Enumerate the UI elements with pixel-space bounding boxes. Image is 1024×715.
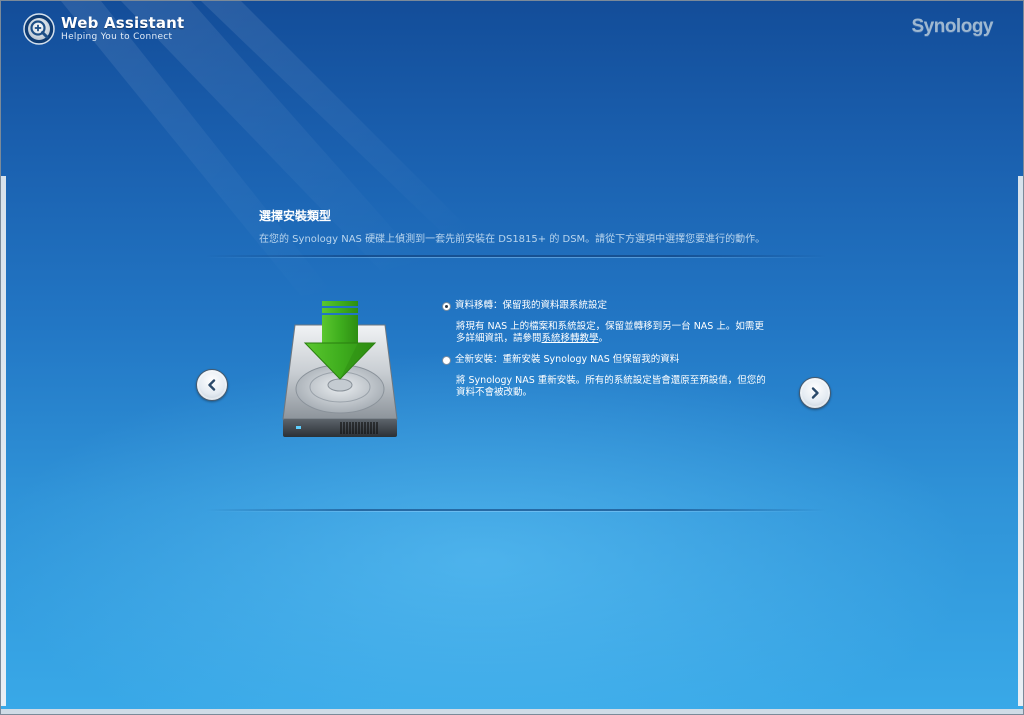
chevron-left-icon xyxy=(208,379,216,391)
hard-disk-download-icon xyxy=(282,301,398,437)
page-description: 在您的 Synology NAS 硬碟上偵測到一套先前安裝在 DS1815+ 的… xyxy=(259,234,766,245)
migration-radio[interactable] xyxy=(442,301,451,311)
app-subtitle: Helping You to Connect xyxy=(61,32,173,42)
option-clean-install-description: 將 Synology NAS 重新安裝。所有的系統設定皆會還原至預設值，但您的資… xyxy=(456,375,766,398)
option-migration-label: 資料移轉：保留我的資料跟系統設定 xyxy=(455,300,608,311)
synology-logo: Synology xyxy=(911,16,993,37)
option-clean-install-label: 全新安裝：重新安裝 Synology NAS 但保留我的資料 xyxy=(455,354,680,365)
window-right-border xyxy=(1018,176,1023,706)
setup-window: Web Assistant Helping You to Connect Syn… xyxy=(0,0,1024,715)
bottom-divider xyxy=(206,509,826,512)
option-clean-install: 全新安裝：重新安裝 Synology NAS 但保留我的資料 將 Synolog… xyxy=(442,353,772,399)
window-left-border xyxy=(1,176,6,706)
top-divider xyxy=(206,255,826,258)
web-assistant-brand: Web Assistant Helping You to Connect xyxy=(23,13,184,45)
app-title: Web Assistant xyxy=(61,14,185,32)
next-button[interactable] xyxy=(799,377,831,409)
install-type-options: 資料移轉：保留我的資料跟系統設定 將現有 NAS 上的檔案和系統設定，保留並轉移… xyxy=(442,299,772,399)
option-migration-radio-row[interactable]: 資料移轉：保留我的資料跟系統設定 xyxy=(442,299,772,313)
option-migration: 資料移轉：保留我的資料跟系統設定 將現有 NAS 上的檔案和系統設定，保留並轉移… xyxy=(442,299,772,345)
migration-tutorial-link[interactable]: 系統移轉教學 xyxy=(542,333,599,344)
option-clean-install-radio-row[interactable]: 全新安裝：重新安裝 Synology NAS 但保留我的資料 xyxy=(442,353,772,367)
option-migration-description: 將現有 NAS 上的檔案和系統設定，保留並轉移到另一台 NAS 上。如需更多詳細… xyxy=(456,321,771,345)
chevron-right-icon xyxy=(811,387,819,399)
option-migration-desc-end: 。 xyxy=(598,333,609,344)
web-assistant-logo-icon xyxy=(23,13,55,45)
previous-button[interactable] xyxy=(196,369,228,401)
window-bottom-border xyxy=(1,709,1023,714)
page-title: 選擇安裝類型 xyxy=(259,209,332,223)
clean-install-radio[interactable] xyxy=(442,355,451,365)
option-migration-desc-text: 將現有 NAS 上的檔案和系統設定，保留並轉移到另一台 NAS 上。如需更多詳細… xyxy=(456,321,764,344)
